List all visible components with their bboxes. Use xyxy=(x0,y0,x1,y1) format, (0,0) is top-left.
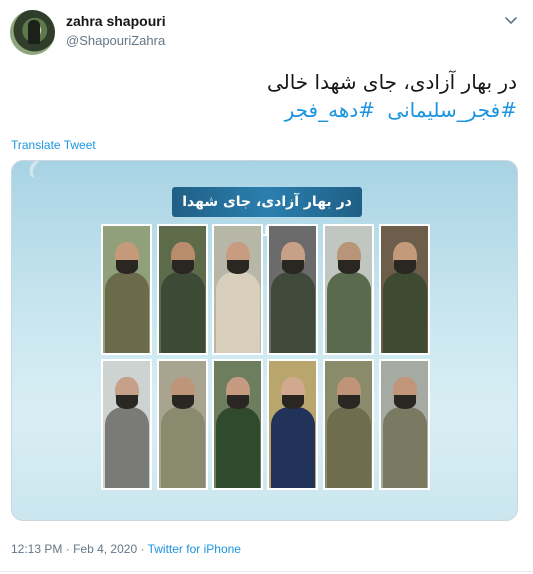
portrait-photo xyxy=(101,224,152,355)
portrait-photo xyxy=(323,224,374,355)
tweet-time[interactable]: 12:13 PM xyxy=(11,542,62,556)
avatar-figure xyxy=(28,20,40,44)
portrait-photo xyxy=(157,359,208,490)
portrait-photo xyxy=(323,359,374,490)
decorative-calligraphy: ~~~~ xyxy=(12,161,105,189)
portrait-photo xyxy=(267,224,318,355)
avatar[interactable] xyxy=(10,10,55,55)
user-handle[interactable]: @ShapouriZahra xyxy=(66,33,165,48)
tweet-card: zahra shapouri @ShapouriZahra در بهار آز… xyxy=(0,0,533,574)
tweet-image[interactable]: ~~~~ در بهار آزادی، جای شهدا خالی xyxy=(11,160,518,521)
portrait-photo xyxy=(267,359,318,490)
hashtag-link[interactable]: #دهه_فجر xyxy=(285,98,375,122)
separator: · xyxy=(140,542,145,556)
tweet-text-line: در بهار آزادی، جای شهدا خالی xyxy=(266,70,517,94)
portrait-photo xyxy=(101,359,152,490)
hashtag-line: #فجر_سلیمانی #دهه_فجر xyxy=(17,96,517,124)
tweet-footer: 12:13 PM · Feb 4, 2020 · Twitter for iPh… xyxy=(11,542,241,556)
portrait-photo xyxy=(212,359,263,490)
portrait-photo xyxy=(379,224,430,355)
portrait-photo xyxy=(379,359,430,490)
hashtag-link[interactable]: #فجر_سلیمانی xyxy=(387,98,517,122)
tweet-text: در بهار آزادی، جای شهدا خالی #فجر_سلیمان… xyxy=(17,68,517,124)
divider xyxy=(0,571,533,572)
tweet-date[interactable]: Feb 4, 2020 xyxy=(73,542,137,556)
chevron-down-icon[interactable] xyxy=(503,12,519,28)
portrait-photo xyxy=(212,224,263,355)
translate-tweet-link[interactable]: Translate Tweet xyxy=(11,138,96,152)
client-link[interactable]: Twitter for iPhone xyxy=(148,542,241,556)
image-banner: در بهار آزادی، جای شهدا خالی xyxy=(172,187,362,240)
separator: · xyxy=(65,542,70,556)
display-name[interactable]: zahra shapouri xyxy=(66,13,166,29)
portrait-photo xyxy=(157,224,208,355)
